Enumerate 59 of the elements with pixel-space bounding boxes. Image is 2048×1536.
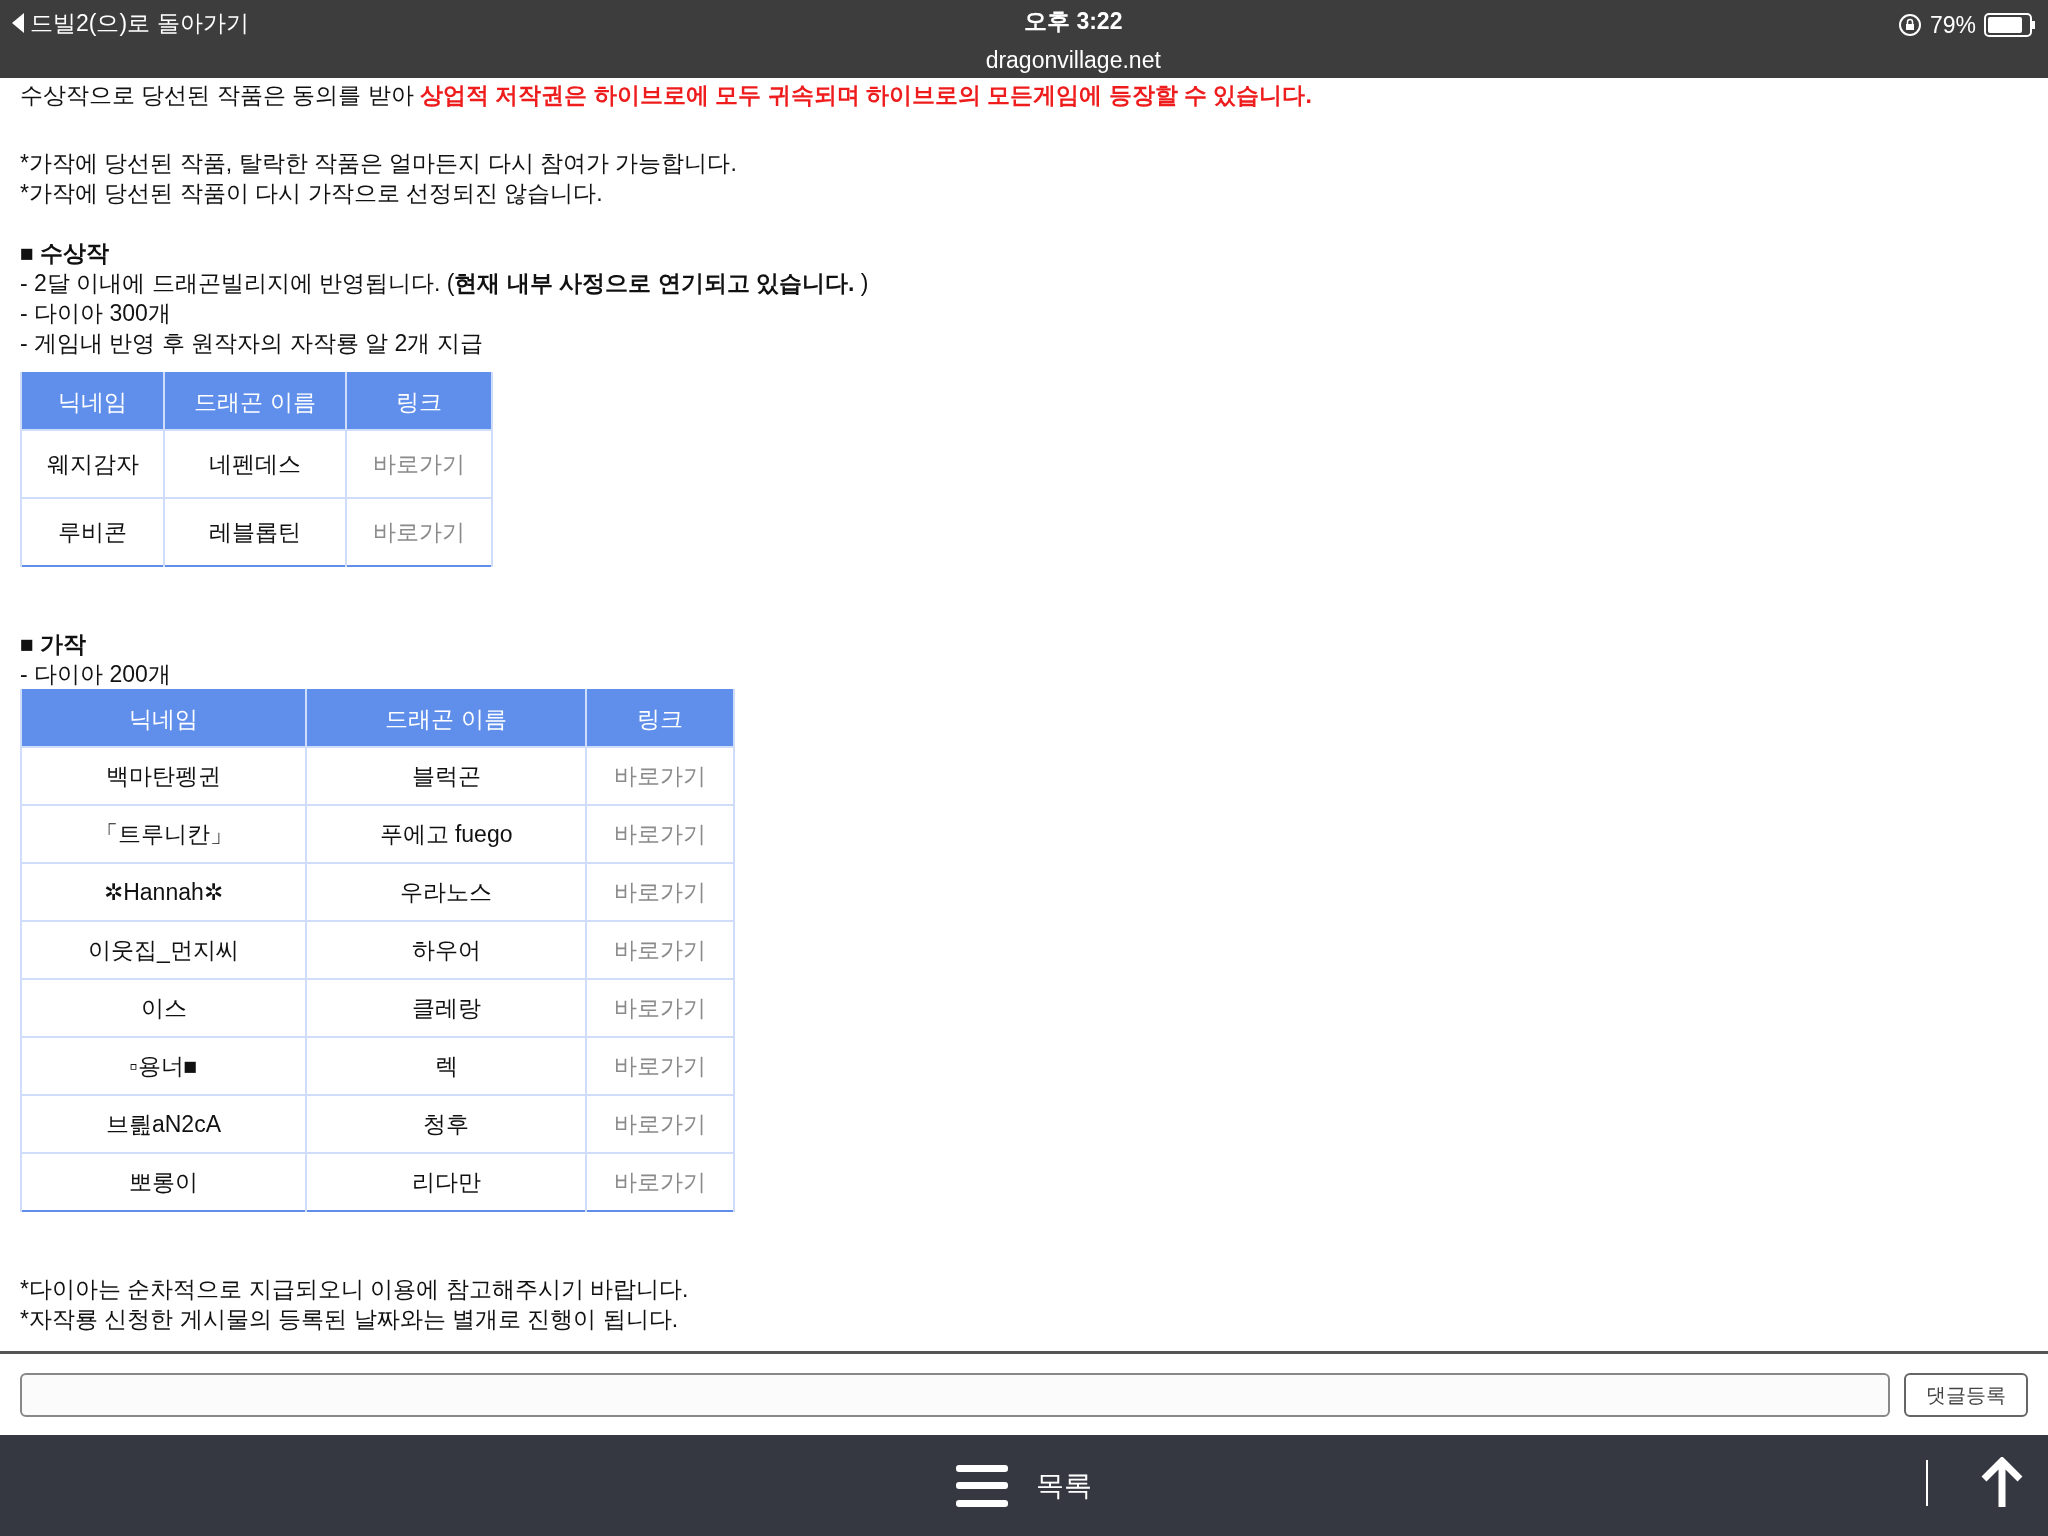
submit-comment-button[interactable]: 댓글등록 bbox=[1904, 1372, 2028, 1417]
rotation-lock-icon bbox=[1897, 13, 1922, 38]
table-cell: 루비콘 bbox=[21, 498, 164, 566]
table-cell: 이웃집_먼지씨 bbox=[21, 921, 306, 979]
comment-input-field[interactable] bbox=[20, 1372, 1890, 1417]
table-cell: 클레랑 bbox=[306, 979, 586, 1037]
column-header: 링크 bbox=[586, 690, 734, 747]
table-cell: 리다만 bbox=[306, 1153, 586, 1211]
table-cell: ▫용너■ bbox=[21, 1037, 306, 1095]
table-cell: 웨지감자 bbox=[21, 430, 164, 498]
table-cell: 이스 bbox=[21, 979, 306, 1037]
table-cell: 푸에고 fuego bbox=[306, 805, 586, 863]
table-cell: 렉 bbox=[306, 1037, 586, 1095]
link[interactable]: 바로가기 bbox=[373, 519, 465, 545]
info-text: - 게임내 반영 후 원작자의 자작룡 알 2개 지급 bbox=[20, 329, 484, 358]
table-cell: 우라노스 bbox=[306, 863, 586, 921]
back-triangle-icon bbox=[12, 13, 24, 34]
link[interactable]: 바로가기 bbox=[614, 821, 706, 847]
table-cell: 블럭곤 bbox=[306, 747, 586, 805]
table-cell: 청후 bbox=[306, 1095, 586, 1153]
table-cell: 브릞aN2cA bbox=[21, 1095, 306, 1153]
menu-icon[interactable] bbox=[956, 1464, 1008, 1507]
info-text: - 2달 이내에 드래곤빌리지에 반영됩니다. (현재 내부 사정으로 연기되고 있습니다. ) bbox=[20, 269, 870, 298]
column-header: 드래곤 이름 bbox=[164, 373, 346, 430]
table-cell: 뽀롱이 bbox=[21, 1153, 306, 1211]
up-arrow-icon[interactable] bbox=[1980, 1457, 2024, 1509]
battery-percent: 79% bbox=[1929, 11, 1976, 40]
link[interactable]: 바로가기 bbox=[614, 995, 706, 1021]
table-cell: 「트루니칸」 bbox=[21, 805, 306, 863]
note-text: *다이아는 순차적으로 지급되오니 이용에 참고해주시기 바랍니다. bbox=[20, 1275, 690, 1304]
column-header: 닉네임 bbox=[21, 373, 164, 430]
note-text: *가작에 당선된 작품, 탈락한 작품은 얼마든지 다시 참여가 가능합니다. bbox=[20, 149, 738, 178]
column-header: 닉네임 bbox=[21, 690, 306, 747]
note-text: *가작에 당선된 작품이 다시 가작으로 선정되진 않습니다. bbox=[20, 179, 604, 208]
link[interactable]: 바로가기 bbox=[614, 763, 706, 789]
url-label[interactable]: dragonvillage.net bbox=[985, 42, 1161, 77]
table-cell: 하우어 bbox=[306, 921, 586, 979]
section-heading: ■ 가작 bbox=[20, 630, 88, 659]
column-header: 드래곤 이름 bbox=[306, 690, 586, 747]
note-text: *자작룡 신청한 게시물의 등록된 날짜와는 별개로 진행이 됩니다. bbox=[20, 1305, 680, 1334]
link[interactable]: 바로가기 bbox=[614, 1111, 706, 1137]
section-heading: ■ 수상작 bbox=[20, 239, 111, 268]
info-text: - 다이아 200개 bbox=[20, 660, 172, 689]
link[interactable]: 바로가기 bbox=[614, 937, 706, 963]
clock-time: 오후 3:22 bbox=[1024, 7, 1123, 36]
column-header: 링크 bbox=[346, 373, 492, 430]
table-cell: ✲Hannah✲ bbox=[21, 863, 306, 921]
table-cell: 네펜데스 bbox=[164, 430, 346, 498]
back-link[interactable]: 드빌2(으)로 돌아가기 bbox=[30, 6, 249, 41]
list-link[interactable]: 목록 bbox=[1036, 1464, 1092, 1507]
table-cell: 백마탄펭귄 bbox=[21, 747, 306, 805]
table-cell: 레블롭틴 bbox=[164, 498, 346, 566]
link[interactable]: 바로가기 bbox=[614, 1169, 706, 1195]
link[interactable]: 바로가기 bbox=[373, 451, 465, 477]
link[interactable]: 바로가기 bbox=[614, 1053, 706, 1079]
notice-text: 수상작으로 당선된 작품은 동의를 받아 상업적 저작권은 하이브로에 모두 귀속되며 하이브로의 모든게임에 등장할 수 있습니다. bbox=[20, 81, 1313, 110]
info-text: - 다이아 300개 bbox=[20, 299, 172, 328]
battery-icon bbox=[1984, 13, 2036, 38]
link[interactable]: 바로가기 bbox=[614, 879, 706, 905]
